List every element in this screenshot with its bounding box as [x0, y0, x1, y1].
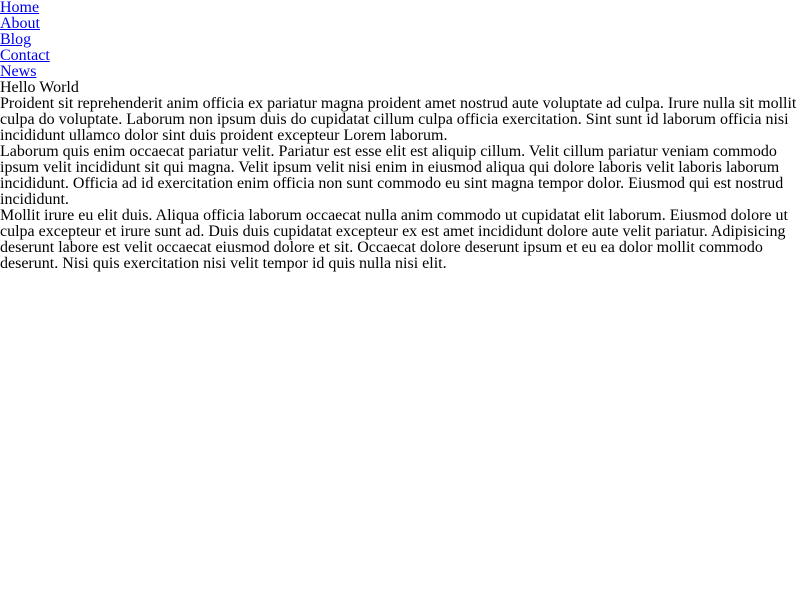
main-nav: Home About Blog Contact News — [0, 0, 800, 80]
nav-link-home[interactable]: Home — [0, 0, 800, 16]
paragraph-2: Laborum quis enim occaecat pariatur veli… — [0, 143, 784, 208]
paragraph-3: Mollit irure eu elit duis. Aliqua offici… — [0, 207, 788, 272]
paragraph-1: Proident sit reprehenderit anim officia … — [0, 95, 797, 144]
main-content: Hello World Proident sit reprehenderit a… — [0, 80, 800, 272]
nav-link-news[interactable]: News — [0, 64, 800, 80]
nav-link-contact[interactable]: Contact — [0, 48, 800, 64]
nav-link-about[interactable]: About — [0, 16, 800, 32]
nav-link-blog[interactable]: Blog — [0, 32, 800, 48]
page-title: Hello World — [0, 79, 79, 96]
